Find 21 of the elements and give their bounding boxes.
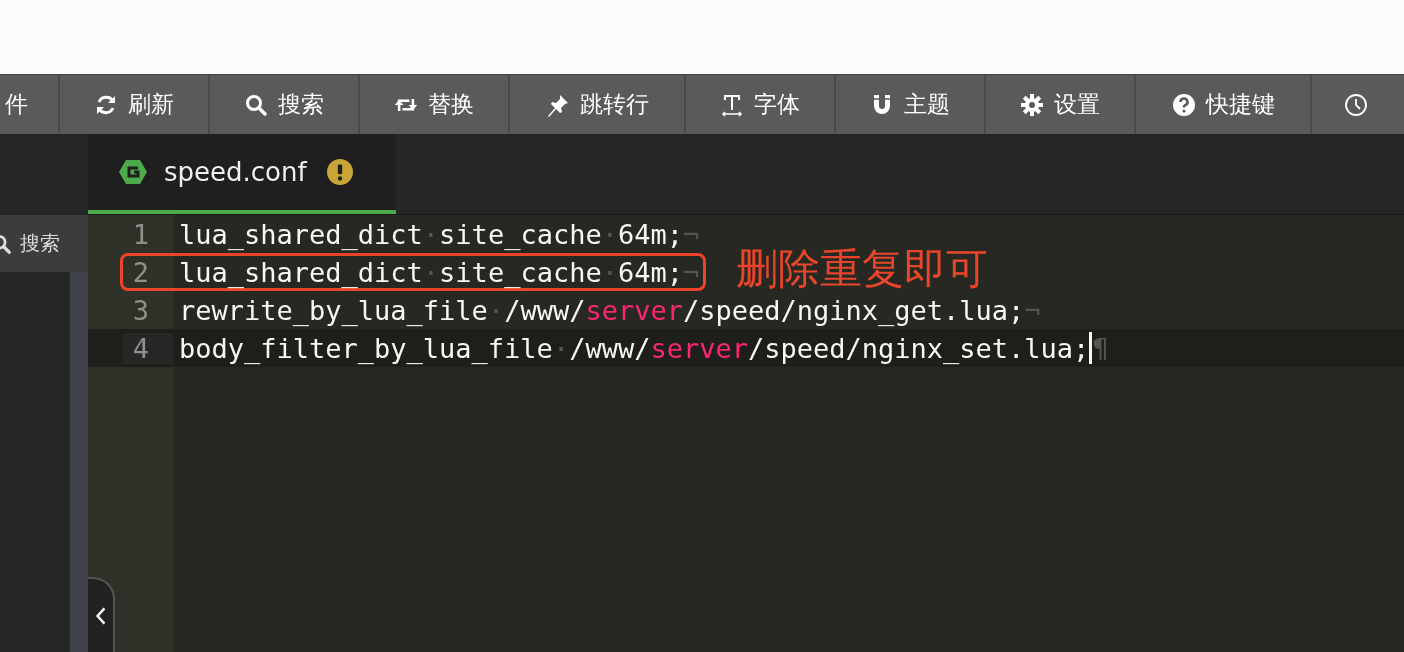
file-tab[interactable]: speed.conf (88, 134, 396, 214)
line-number: 3 (131, 294, 150, 326)
code-line: lua_shared_dict·site_cache·64m;¬ (178, 256, 700, 288)
collapse-button[interactable] (88, 577, 115, 652)
line-number: 4 (123, 332, 173, 364)
search-button[interactable]: 搜索 (0, 215, 88, 272)
code-line: rewrite_by_lua_file·/www/server/speed/nginx_get.lua;¬ (178, 294, 1041, 326)
pin-icon (545, 92, 570, 117)
text-icon (720, 92, 744, 117)
help-icon (1171, 92, 1196, 117)
hexagon-g-icon (118, 159, 148, 185)
code-line: lua_shared_dict·site_cache·64m;¬ (178, 218, 700, 250)
scrollbar[interactable] (70, 272, 88, 652)
annotation-text: 删除重复即可 (736, 245, 989, 293)
chevron-left-icon (94, 604, 107, 627)
search-icon (244, 92, 268, 117)
gear-icon (1020, 92, 1044, 117)
line-number: 2 (131, 256, 150, 288)
code-line: body_filter_by_lua_file·/www/server/speed/nginx_set.lua;¶ (178, 332, 1109, 364)
clock-icon (1344, 92, 1368, 117)
line-number: 1 (131, 218, 150, 250)
